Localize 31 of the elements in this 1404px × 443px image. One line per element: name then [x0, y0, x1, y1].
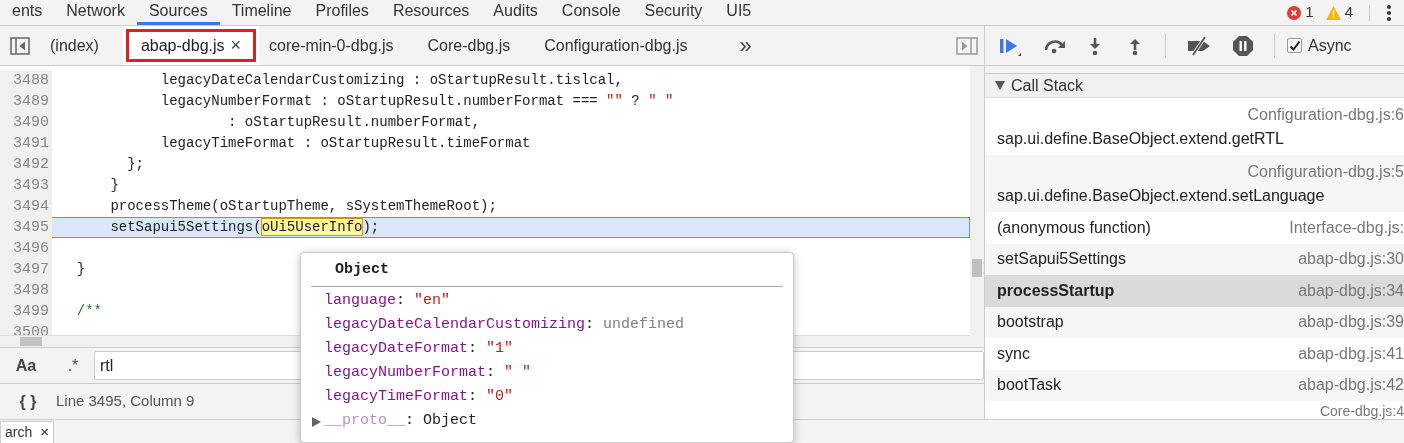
code-line: }; [126, 155, 144, 174]
error-count: 1 [1305, 2, 1314, 23]
line-number: 3497 [0, 259, 52, 280]
async-label: Async [1308, 35, 1352, 56]
tooltip-title: Object [311, 259, 783, 287]
line-number: 3499 [0, 301, 52, 322]
code-line: legacyDateCalendarCustomizing : oStartupResult.tislcal, [159, 71, 623, 90]
line-number: 3488 [0, 70, 52, 91]
line-number: 3496 [0, 238, 52, 259]
object-property: language: "en" [323, 291, 452, 312]
object-property: legacyNumberFormat: " " [323, 363, 533, 384]
warning-count: 4 [1344, 2, 1353, 23]
code-line: /** [75, 302, 102, 321]
line-number: 3495 [0, 217, 52, 238]
object-property: legacyDateCalendarCustomizing: undefined [323, 315, 686, 336]
line-number: 3494 [0, 196, 52, 217]
cursor-position: Line 3495, Column 9 [56, 391, 195, 412]
line-number: 3492 [0, 154, 52, 175]
code-line: legacyNumberFormat : oStartupResult.numberFormat === "" ? " " [159, 92, 674, 111]
code-line: } [109, 176, 119, 195]
line-number: 3491 [0, 133, 52, 154]
code-line: : oStartupResult.numberFormat, [227, 113, 481, 132]
line-number: 3490 [0, 112, 52, 133]
line-number: 3489 [0, 91, 52, 112]
code-line: } [75, 260, 86, 279]
code-line: legacyTimeFormat : oStartupResult.timeFormat [159, 134, 531, 153]
line-number: 3498 [0, 280, 52, 301]
line-number: 3493 [0, 175, 52, 196]
code-line: processTheme(oStartupTheme, sSystemThemeRoot); [109, 197, 497, 216]
object-property: legacyTimeFormat: "0" [323, 387, 515, 408]
object-property: legacyDateFormat: "1" [323, 339, 515, 360]
